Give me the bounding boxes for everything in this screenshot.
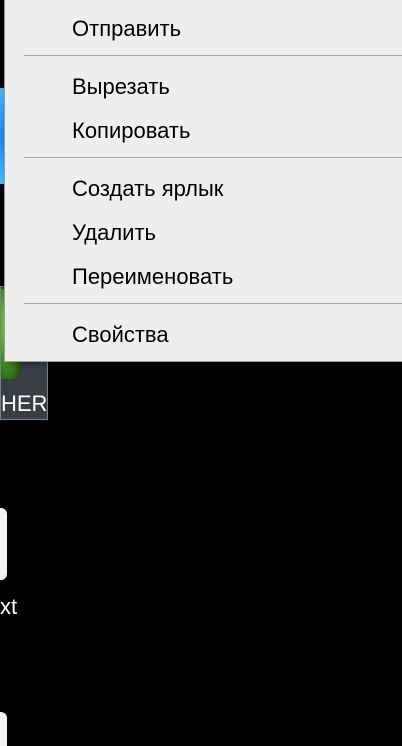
menu-item-label: Создать ярлык <box>72 176 224 201</box>
menu-item-label: Переименовать <box>72 264 234 289</box>
menu-separator <box>24 303 402 304</box>
menu-item-rename[interactable]: Переименовать <box>5 255 402 299</box>
file-icon <box>0 712 7 746</box>
menu-item-create-shortcut[interactable]: Создать ярлык <box>5 167 402 211</box>
menu-separator <box>24 55 402 56</box>
desktop-icon-label: HER <box>1 391 48 416</box>
desktop-icon-label: xt <box>0 594 18 619</box>
menu-item-send-to[interactable]: Отправить <box>5 7 402 51</box>
menu-item-label: Вырезать <box>72 74 170 99</box>
desktop-icon-file-partial[interactable] <box>0 712 10 746</box>
context-menu: Отправить Вырезать Копировать Создать яр… <box>4 0 402 362</box>
menu-separator <box>24 157 402 158</box>
file-icon <box>0 508 7 580</box>
menu-item-properties[interactable]: Свойства <box>5 313 402 357</box>
menu-item-label: Копировать <box>72 118 191 143</box>
menu-item-copy[interactable]: Копировать <box>5 109 402 153</box>
desktop-icon-text-file[interactable]: xt <box>0 508 30 628</box>
menu-item-cut[interactable]: Вырезать <box>5 65 402 109</box>
menu-item-label: Свойства <box>72 322 169 347</box>
menu-item-label: Отправить <box>72 16 182 41</box>
menu-item-delete[interactable]: Удалить <box>5 211 402 255</box>
menu-item-label: Удалить <box>72 220 156 245</box>
